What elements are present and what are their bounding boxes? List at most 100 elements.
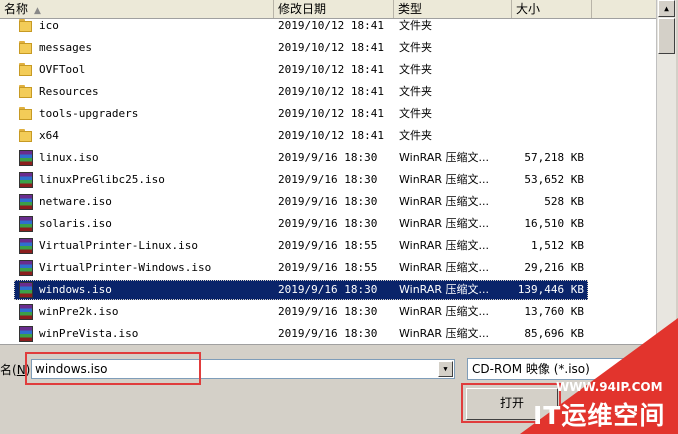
file-name: VirtualPrinter-Windows.iso: [39, 261, 212, 274]
filename-combobox[interactable]: ▼: [31, 359, 455, 379]
file-date: 2019/10/12 18:41: [278, 85, 384, 98]
file-list: ico 2019/10/12 18:41 文件夹 messages 2019/10/12…: [0, 0, 656, 345]
column-name-label: 名称: [4, 2, 29, 16]
file-type: WinRAR 压缩文...: [399, 261, 490, 274]
file-size: [512, 59, 584, 81]
filename-dropdown-button[interactable]: ▼: [438, 361, 453, 377]
file-name: OVFTool: [39, 63, 86, 76]
file-date: 2019/10/12 18:41: [278, 63, 384, 76]
file-row[interactable]: linux.iso 2019/9/16 18:30 WinRAR 压缩文... 57,…: [0, 147, 656, 169]
file-date: 2019/9/16 18:55: [278, 261, 378, 274]
file-row[interactable]: OVFTool 2019/10/12 18:41 文件夹: [0, 59, 656, 81]
file-size: [512, 103, 584, 125]
winrar-icon: [19, 304, 33, 320]
file-row[interactable]: solaris.iso 2019/9/16 18:30 WinRAR 压缩文... 1…: [0, 213, 656, 235]
file-date: 2019/10/12 18:41: [278, 41, 384, 54]
file-rows: ico 2019/10/12 18:41 文件夹 messages 2019/10/12…: [0, 15, 656, 344]
file-date: 2019/9/16 18:30: [278, 195, 378, 208]
file-type: 文件夹: [399, 63, 432, 76]
filename-label-prefix: 名(: [0, 363, 17, 377]
winrar-icon: [19, 282, 33, 298]
winrar-icon: [19, 326, 33, 342]
file-size: [512, 125, 584, 147]
file-type: WinRAR 压缩文...: [399, 195, 490, 208]
folder-icon: [18, 129, 34, 143]
scroll-thumb[interactable]: [658, 18, 675, 54]
column-type-header[interactable]: 类型: [394, 0, 512, 18]
file-type: WinRAR 压缩文...: [399, 327, 490, 340]
vertical-scrollbar[interactable]: ▲: [656, 0, 676, 344]
file-size: 57,218 KB: [524, 151, 584, 164]
filename-input[interactable]: [35, 361, 430, 377]
file-size: 1,512 KB: [531, 239, 584, 252]
file-row[interactable]: VirtualPrinter-Windows.iso 2019/9/16 18:5…: [0, 257, 656, 279]
file-date: 2019/9/16 18:30: [278, 173, 378, 186]
file-row[interactable]: tools-upgraders 2019/10/12 18:41 文件夹: [0, 103, 656, 125]
folder-icon: [18, 107, 34, 121]
file-type: 文件夹: [399, 85, 432, 98]
column-date-header[interactable]: 修改日期: [274, 0, 394, 18]
file-type: WinRAR 压缩文...: [399, 305, 490, 318]
file-date: 2019/10/12 18:41: [278, 107, 384, 120]
file-name: solaris.iso: [39, 217, 112, 230]
folder-icon: [18, 19, 34, 33]
watermark: WWW.94IP.COM IT运维空间: [520, 318, 678, 434]
watermark-url: WWW.94IP.COM: [556, 380, 663, 394]
column-header-filler: [592, 0, 656, 18]
folder-icon: [18, 63, 34, 77]
column-name-header[interactable]: 名称 ▲: [0, 0, 274, 18]
file-name: netware.iso: [39, 195, 112, 208]
file-type: WinRAR 压缩文...: [399, 217, 490, 230]
winrar-icon: [19, 216, 33, 232]
file-type: 文件夹: [399, 41, 432, 54]
file-date: 2019/9/16 18:30: [278, 283, 378, 296]
scroll-up-button[interactable]: ▲: [658, 0, 675, 17]
file-row[interactable]: x64 2019/10/12 18:41 文件夹: [0, 125, 656, 147]
column-size-label: 大小: [516, 2, 541, 16]
file-name: tools-upgraders: [39, 107, 139, 120]
file-size: 29,216 KB: [524, 261, 584, 274]
file-date: 2019/9/16 18:30: [278, 305, 378, 318]
column-size-header[interactable]: 大小: [512, 0, 592, 18]
winrar-icon: [19, 172, 33, 188]
winrar-icon: [19, 150, 33, 166]
filename-label-key: N: [16, 363, 26, 377]
file-size: [512, 81, 584, 103]
file-name: winPreVista.iso: [39, 327, 139, 340]
column-date-label: 修改日期: [278, 2, 327, 16]
file-name: windows.iso: [39, 283, 112, 296]
column-type-label: 类型: [398, 2, 423, 16]
file-size: 139,446 KB: [517, 283, 584, 296]
file-row[interactable]: Resources 2019/10/12 18:41 文件夹: [0, 81, 656, 103]
file-row[interactable]: linuxPreGlibc25.iso 2019/9/16 18:30 WinRAR…: [0, 169, 656, 191]
file-type: WinRAR 压缩文...: [399, 283, 490, 296]
file-type: WinRAR 压缩文...: [399, 173, 490, 186]
file-row[interactable]: netware.iso 2019/9/16 18:30 WinRAR 压缩文... 5…: [0, 191, 656, 213]
file-name: linuxPreGlibc25.iso: [39, 173, 165, 186]
file-row[interactable]: VirtualPrinter-Linux.iso 2019/9/16 18:55 W…: [0, 235, 656, 257]
column-header: 名称 ▲ 修改日期 类型 大小: [0, 0, 656, 19]
file-type: WinRAR 压缩文...: [399, 239, 490, 252]
filename-label: 名(N):: [0, 361, 34, 378]
sort-up-icon: ▲: [34, 6, 41, 16]
file-date: 2019/10/12 18:41: [278, 129, 384, 142]
file-size: 53,652 KB: [524, 173, 584, 186]
file-date: 2019/9/16 18:30: [278, 151, 378, 164]
file-row[interactable]: messages 2019/10/12 18:41 文件夹: [0, 37, 656, 59]
file-name: winPre2k.iso: [39, 305, 119, 318]
file-size: 16,510 KB: [524, 217, 584, 230]
folder-icon: [18, 41, 34, 55]
file-name: messages: [39, 41, 92, 54]
file-date: 2019/9/16 18:55: [278, 239, 378, 252]
file-type: WinRAR 压缩文...: [399, 151, 490, 164]
file-type: 文件夹: [399, 129, 432, 142]
winrar-icon: [19, 238, 33, 254]
file-name: linux.iso: [39, 151, 99, 164]
file-type: 文件夹: [399, 107, 432, 120]
watermark-brand: IT运维空间: [533, 401, 666, 430]
file-row[interactable]: windows.iso 2019/9/16 18:30 WinRAR 压缩文... 1…: [0, 279, 656, 301]
file-size: [512, 37, 584, 59]
file-name: VirtualPrinter-Linux.iso: [39, 239, 198, 252]
folder-icon: [18, 85, 34, 99]
file-date: 2019/9/16 18:30: [278, 217, 378, 230]
